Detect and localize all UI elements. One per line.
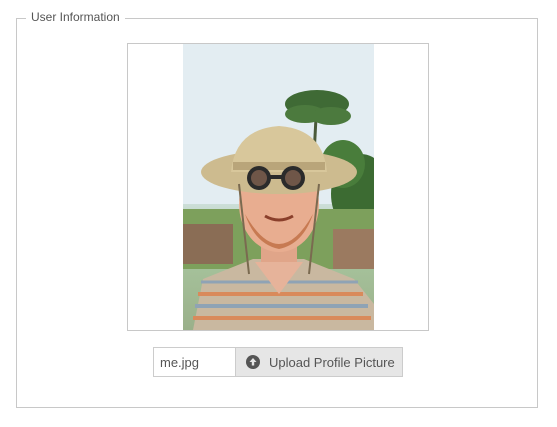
profile-photo-illustration (183, 44, 374, 330)
profile-picture (183, 44, 374, 330)
profile-picture-frame (127, 43, 429, 331)
arrow-up-circle-icon (246, 355, 260, 369)
upload-group: Upload Profile Picture (153, 347, 403, 377)
upload-profile-picture-button[interactable]: Upload Profile Picture (235, 347, 403, 377)
section-legend: User Information (26, 10, 125, 25)
filename-input[interactable] (153, 347, 235, 377)
upload-button-label: Upload Profile Picture (269, 354, 395, 370)
